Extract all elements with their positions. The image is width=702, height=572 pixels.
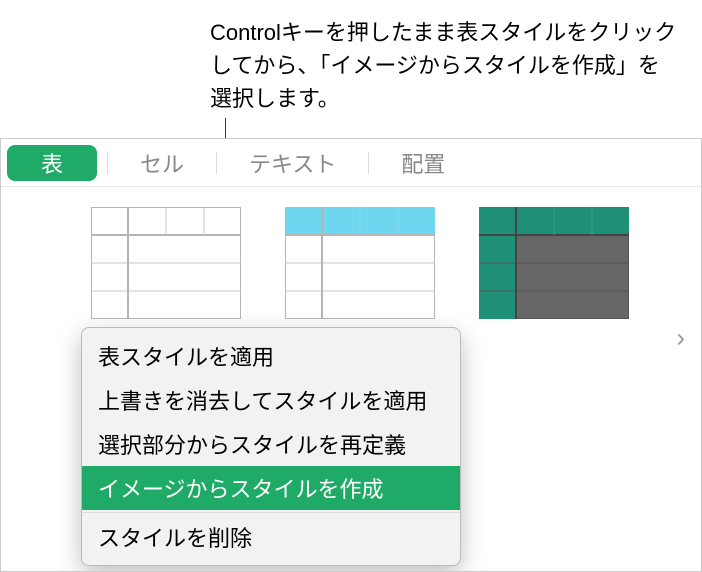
next-page-arrow-icon[interactable]: › <box>676 323 685 354</box>
menu-apply-style[interactable]: 表スタイルを適用 <box>82 334 460 378</box>
tab-arrange[interactable]: 配置 <box>379 145 467 181</box>
menu-clear-apply[interactable]: 上書きを消去してスタイルを適用 <box>82 378 460 422</box>
menu-create-from-image[interactable]: イメージからスタイルを作成 <box>82 466 460 510</box>
tab-separator <box>107 152 108 174</box>
tab-cell[interactable]: セル <box>118 145 206 181</box>
tab-text[interactable]: テキスト <box>227 145 358 181</box>
table-style-thumb-3[interactable] <box>479 207 629 319</box>
table-styles-area: › 表スタイルを適用 上書きを消去してスタイルを適用 選択部分からスタイルを再定… <box>1 187 701 489</box>
menu-delete-style[interactable]: スタイルを削除 <box>82 515 460 559</box>
context-menu: 表スタイルを適用 上書きを消去してスタイルを適用 選択部分からスタイルを再定義 … <box>81 327 461 566</box>
tab-table[interactable]: 表 <box>7 145 97 181</box>
table-style-thumb-1[interactable] <box>91 207 241 319</box>
tab-separator <box>368 152 369 174</box>
callout-text: Controlキーを押したまま表スタイルをクリックしてから、「イメージからスタイ… <box>210 16 680 115</box>
format-panel: 表 セル テキスト 配置 <box>0 138 702 572</box>
table-style-thumb-2[interactable] <box>285 207 435 319</box>
menu-separator <box>82 512 460 513</box>
tab-bar: 表 セル テキスト 配置 <box>1 139 701 187</box>
menu-redefine-from-selection[interactable]: 選択部分からスタイルを再定義 <box>82 422 460 466</box>
tab-separator <box>216 152 217 174</box>
